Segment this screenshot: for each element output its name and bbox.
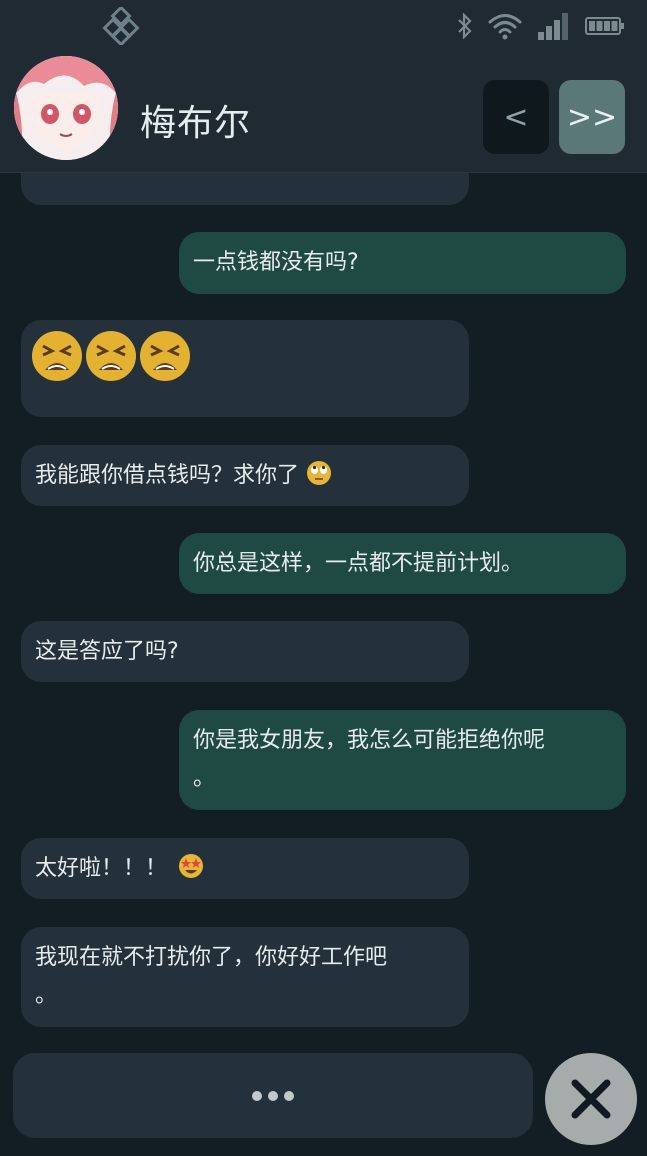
typing-dot [252,1091,262,1101]
tired-face-icon [140,331,190,381]
message-text: 我能跟你借点钱吗？求你了 [35,463,300,488]
emoji-row [31,330,459,382]
typing-indicator [252,1091,294,1101]
close-button[interactable] [545,1053,637,1145]
message-bubble: 这是答应了吗? [21,621,469,682]
bluetooth-icon [458,13,472,39]
star-struck-icon [179,854,204,878]
typing-dot [268,1091,278,1101]
message-text: 这是答应了吗? [35,639,179,664]
rolling-eyes-icon [307,461,332,485]
message-text: 一点钱都没有吗? [193,250,359,275]
message-bubble-partial [21,173,469,205]
message-text: 太好啦！！！ [35,856,168,881]
next-button[interactable]: >> [559,80,625,154]
tired-face-icon [32,331,82,381]
status-bar [0,0,647,52]
message-bubble: 一点钱都没有吗? [179,232,626,294]
battery-icon [585,17,624,35]
message-text-line: 我现在就不打扰你了，你好好工作吧 [35,945,388,970]
message-text-line: 。 [193,766,216,791]
avatar[interactable] [14,56,118,160]
close-icon [571,1079,611,1119]
typing-dot [284,1091,294,1101]
message-text-line: 。 [35,983,58,1008]
message-text: 你总是这样，一点都不提前计划。 [193,551,524,576]
message-bubble: 太好啦！！！ [21,838,469,899]
tired-face-icon [86,331,136,381]
contact-name: 梅布尔 [140,103,252,144]
message-text-line: 你是我女朋友，我怎么可能拒绝你呢 [193,728,546,753]
prev-button[interactable]: < [483,80,549,154]
chat-header: 梅布尔 < >> [0,52,647,173]
message-bubble: 你是我女朋友，我怎么可能拒绝你呢 。 [179,710,626,810]
message-bubble [21,320,469,417]
wifi-icon [488,14,522,40]
message-input[interactable] [13,1053,533,1138]
message-bubble: 我能跟你借点钱吗？求你了 [21,445,469,506]
signal-icon [538,13,568,40]
message-bubble: 你总是这样，一点都不提前计划。 [179,533,626,594]
app-logo-icon [102,5,140,49]
message-bubble: 我现在就不打扰你了，你好好工作吧 。 [21,927,469,1027]
chat-messages: 一点钱都没有吗? 我能跟你借点钱吗？求你了 你总是这样，一点都不提前计划。 这是… [0,173,647,1045]
